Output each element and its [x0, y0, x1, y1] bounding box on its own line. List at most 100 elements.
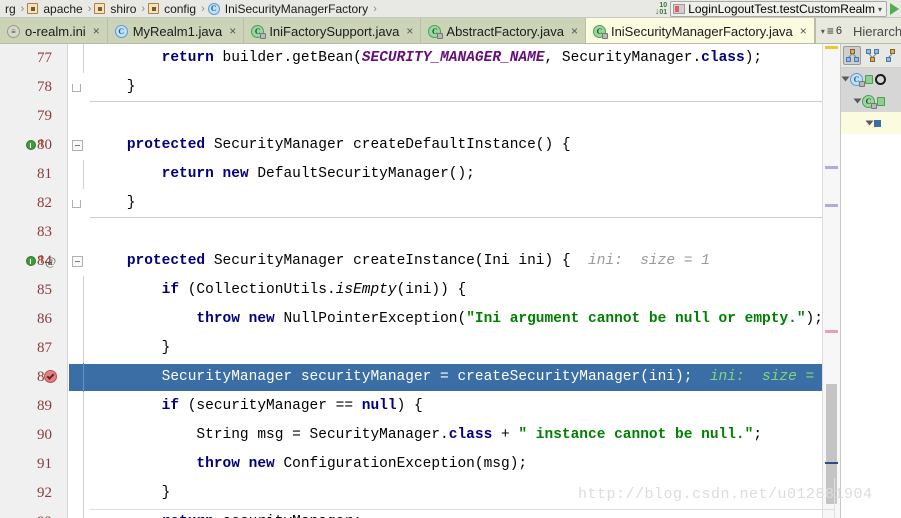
code-token: SecurityManager createDefaultInstance() … — [205, 137, 571, 153]
stripe-marker[interactable] — [825, 166, 838, 169]
code-line[interactable]: 86 throw new NullPointerException("Ini a… — [0, 305, 822, 334]
code-token: "Ini argument cannot be null or empty." — [466, 311, 806, 327]
code-line[interactable]: 87 } — [0, 334, 822, 363]
code-token: return — [162, 514, 214, 518]
stripe-marker[interactable] — [825, 330, 838, 333]
close-icon[interactable]: × — [93, 24, 100, 38]
class-hierarchy-button[interactable] — [883, 46, 901, 65]
breadcrumb-item-inisecuritymanagerfactory[interactable]: C IniSecurityManagerFactory — [207, 0, 371, 17]
code-line[interactable]: 83 — [0, 218, 822, 247]
code-token: NullPointerException( — [274, 311, 467, 327]
editor-tab[interactable]: C IniSecurityManagerFactory.java × — [585, 18, 815, 43]
editor-scrollbar[interactable] — [822, 44, 840, 518]
supertypes-hierarchy-icon — [865, 49, 879, 62]
code-line[interactable]: 82 } — [0, 189, 822, 218]
breadcrumb-item-config[interactable]: config — [147, 0, 199, 17]
code-text: throw new ConfigurationException(msg); — [92, 450, 527, 479]
fold-collapse-icon[interactable] — [72, 256, 83, 267]
code-line[interactable]: 88 SecurityManager securityManager = cre… — [0, 363, 822, 392]
run-configuration-icon — [673, 4, 686, 14]
code-line[interactable]: 91 throw new ConfigurationException(msg)… — [0, 450, 822, 479]
override-method-icon[interactable] — [26, 256, 36, 266]
code-line[interactable]: 78 } — [0, 73, 822, 102]
gutter-markers — [26, 334, 68, 363]
lock-icon — [601, 32, 608, 39]
annotation-icon[interactable]: @ — [45, 255, 56, 267]
abstract-class-icon: C — [428, 24, 444, 39]
chevron-down-icon[interactable] — [865, 120, 874, 126]
stripe-marker[interactable] — [825, 204, 838, 207]
fold-collapse-icon[interactable] — [72, 140, 83, 151]
code-line[interactable]: 81 return new DefaultSecurityManager(); — [0, 160, 822, 189]
breadcrumb-label: rg — [5, 1, 16, 16]
breadcrumb-label: config — [164, 1, 197, 16]
tree-row-leaf[interactable] — [841, 112, 901, 134]
gutter-markers — [26, 160, 68, 189]
run-configuration-selector[interactable]: LoginLogoutTest.testCustomRealm ▾ — [670, 1, 887, 17]
code-token: } — [92, 340, 171, 356]
code-token: ); — [805, 311, 822, 327]
tab-list-icon: ≡ — [826, 24, 834, 38]
tree-row-class[interactable]: C — [841, 68, 901, 90]
close-icon[interactable]: × — [406, 24, 413, 38]
code-token: class — [701, 50, 745, 66]
caret-position-marker — [825, 462, 838, 464]
indent-guide — [83, 276, 84, 305]
editor-tab-label: IniFactorySupport.java — [269, 23, 400, 39]
code-line[interactable]: 77 return builder.getBean(SECURITY_MANAG… — [0, 44, 822, 73]
breadcrumb-item-shiro[interactable]: shiro — [93, 0, 139, 17]
code-token: return — [161, 50, 214, 66]
breakpoint-icon[interactable] — [44, 370, 57, 383]
indent-guide — [83, 305, 84, 334]
breadcrumb-separator: › — [201, 2, 205, 15]
gutter-markers — [26, 73, 68, 102]
code-line[interactable]: 89 if (securityManager == null) { — [0, 392, 822, 421]
code-token: ConfigurationException(msg); — [274, 456, 528, 472]
gutter-markers — [26, 189, 68, 218]
tree-row-subclass[interactable]: C — [841, 90, 901, 112]
breadcrumb-label: shiro — [110, 1, 137, 16]
package-icon — [148, 3, 160, 14]
editor-tab[interactable]: ≡ o-realm.ini × — [0, 18, 108, 43]
gutter-markers — [26, 305, 68, 334]
editor-tab[interactable]: C IniFactorySupport.java × — [244, 18, 422, 43]
sort-numeric-icon[interactable]: ↓ 10 01 — [655, 2, 667, 16]
fold-end-icon[interactable] — [72, 84, 81, 92]
stripe-marker[interactable] — [825, 46, 838, 49]
fold-end-icon[interactable] — [72, 200, 81, 208]
run-button[interactable] — [890, 3, 899, 15]
code-line[interactable]: 85 if (CollectionUtils.isEmpty(ini)) { — [0, 276, 822, 305]
code-line[interactable]: 90 String msg = SecurityManager.class + … — [0, 421, 822, 450]
code-line[interactable]: 84 ↑ @ protected SecurityManager createIns… — [0, 247, 822, 276]
editor-tab[interactable]: C MyRealm1.java × — [107, 18, 245, 43]
breadcrumb-item-rg[interactable]: rg — [2, 0, 19, 17]
supertypes-hierarchy-button[interactable] — [863, 46, 881, 65]
code-token: SECURITY_MANAGER_NAME — [361, 50, 545, 66]
code-token: } — [92, 79, 136, 95]
close-icon[interactable]: × — [571, 24, 578, 38]
subtypes-hierarchy-button[interactable] — [843, 46, 861, 65]
code-line[interactable]: 79 — [0, 102, 822, 131]
code-token: isEmpty — [335, 282, 397, 298]
breadcrumb-item-apache[interactable]: apache — [26, 0, 85, 17]
code-token: ini: size = 1 — [588, 253, 710, 269]
lock-icon — [260, 32, 267, 39]
editor-tab-label: MyRealm1.java — [132, 23, 223, 39]
chevron-down-icon[interactable] — [853, 98, 862, 104]
close-icon[interactable]: × — [800, 24, 807, 38]
gutter-markers — [26, 392, 68, 421]
override-method-icon[interactable] — [26, 140, 36, 150]
visibility-icon — [877, 96, 885, 106]
overriding-arrow-icon[interactable]: ↑ — [37, 138, 46, 149]
code-line[interactable]: 80 ↑ protected SecurityManager createDefa… — [0, 131, 822, 160]
tab-list-button[interactable]: ▾ ≡ 6 — [814, 18, 847, 43]
close-icon[interactable]: × — [229, 24, 236, 38]
chevron-down-icon[interactable] — [841, 76, 850, 82]
editor-tab[interactable]: C AbstractFactory.java × — [421, 18, 586, 43]
code-editor[interactable]: 77 return builder.getBean(SECURITY_MANAG… — [0, 44, 822, 518]
editor-tab-label: AbstractFactory.java — [446, 23, 564, 39]
